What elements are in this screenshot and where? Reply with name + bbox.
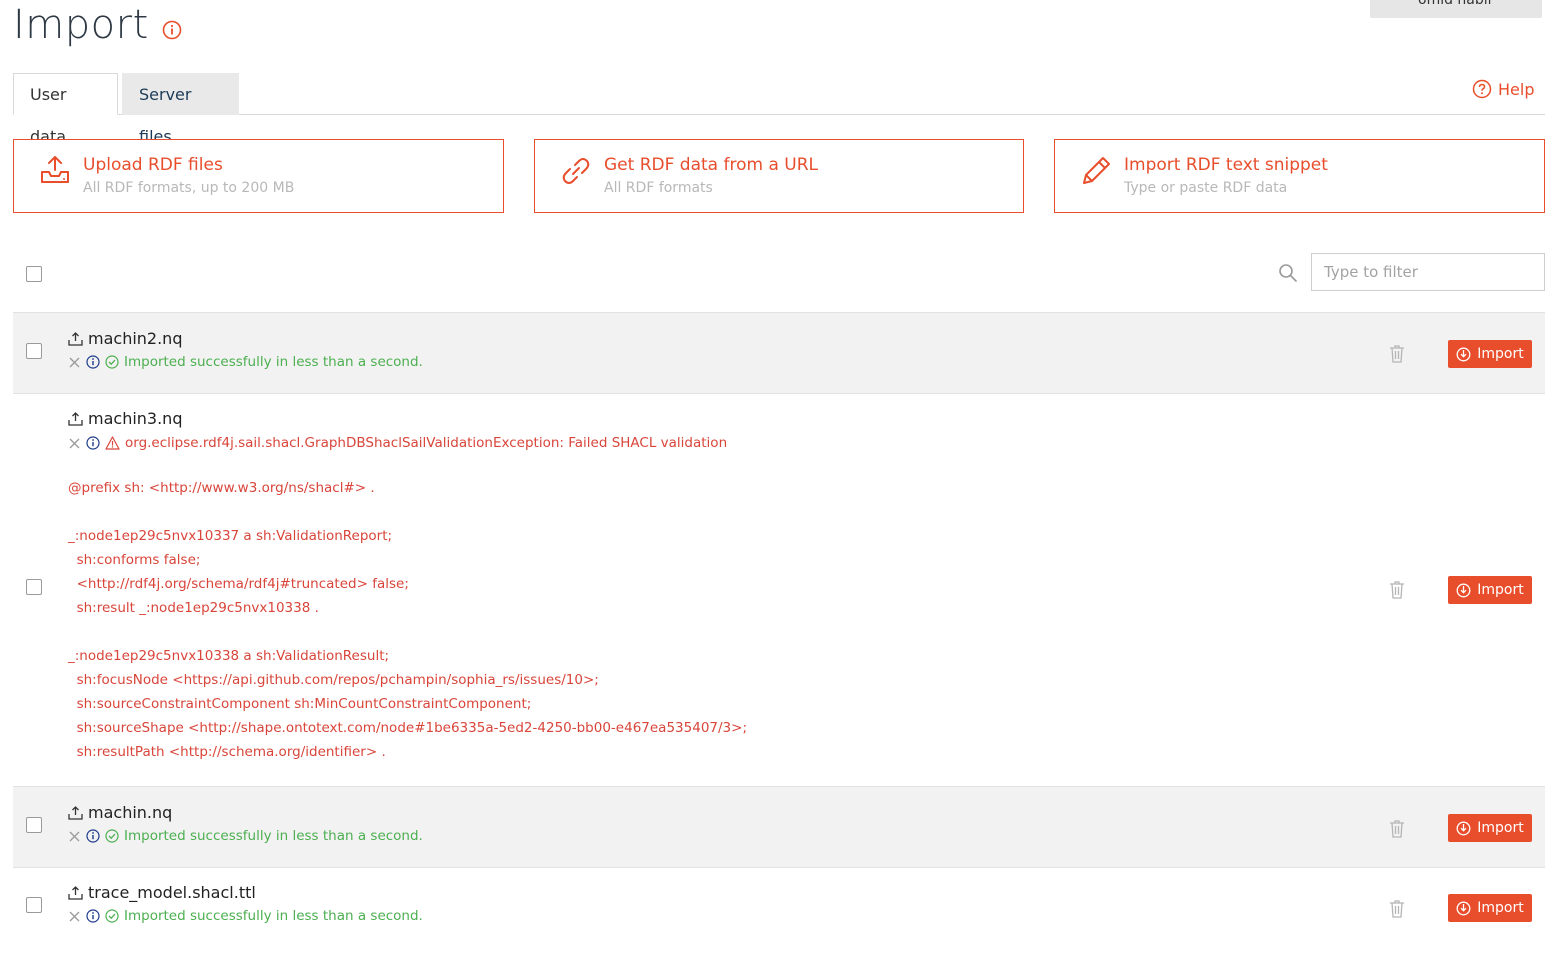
import-button-label: Import — [1477, 346, 1524, 362]
help-icon — [1472, 79, 1492, 99]
info-icon[interactable] — [161, 19, 183, 41]
import-button[interactable]: Import — [1448, 340, 1532, 368]
page-title: Import — [13, 2, 149, 48]
import-button[interactable]: Import — [1448, 576, 1532, 604]
close-icon[interactable] — [68, 910, 81, 923]
status-message: org.eclipse.rdf4j.sail.shacl.GraphDBShac… — [125, 435, 728, 451]
row-checkbox[interactable] — [26, 343, 42, 359]
filter-input[interactable] — [1311, 253, 1545, 291]
trash-icon[interactable] — [1389, 900, 1405, 918]
check-circle-icon — [105, 829, 119, 843]
user-menu[interactable]: omid habil — [1370, 0, 1542, 18]
file-name-text: machin3.nq — [88, 409, 183, 428]
info-icon[interactable] — [86, 436, 100, 450]
trash-icon[interactable] — [1389, 820, 1405, 838]
import-button[interactable]: Import — [1448, 814, 1532, 842]
import-button-label: Import — [1477, 900, 1524, 916]
file-name: trace_model.shacl.ttl — [68, 883, 256, 902]
help-link[interactable]: Help — [1472, 79, 1534, 99]
file-row: trace_model.shacl.ttl Imported successfu… — [13, 868, 1545, 950]
select-all-checkbox[interactable] — [26, 266, 42, 282]
status-line: org.eclipse.rdf4j.sail.shacl.GraphDBShac… — [68, 435, 727, 451]
url-card-title: Get RDF data from a URL — [604, 155, 818, 175]
import-button-label: Import — [1477, 582, 1524, 598]
info-icon[interactable] — [86, 909, 100, 923]
upload-icon — [68, 411, 83, 426]
file-name: machin2.nq — [68, 329, 182, 348]
file-name-text: machin2.nq — [88, 329, 183, 348]
status-message: Imported successfully in less than a sec… — [124, 354, 423, 370]
snippet-card-title: Import RDF text snippet — [1124, 155, 1328, 175]
file-row: machin3.nq org.eclipse.rdf4j.sail.shacl.… — [13, 394, 1545, 787]
import-icon — [1456, 821, 1471, 835]
file-name: machin.nq — [68, 803, 172, 822]
import-button-label: Import — [1477, 820, 1524, 836]
snippet-card-subtitle: Type or paste RDF data — [1124, 180, 1288, 196]
upload-icon — [41, 156, 69, 183]
file-name-text: machin.nq — [88, 803, 173, 822]
trash-icon[interactable] — [1389, 345, 1405, 363]
close-icon[interactable] — [68, 356, 81, 369]
help-label: Help — [1498, 79, 1535, 99]
check-circle-icon — [105, 355, 119, 369]
warning-icon — [105, 436, 120, 450]
tab-user-data[interactable]: User data — [13, 73, 118, 146]
status-line: Imported successfully in less than a sec… — [68, 354, 423, 370]
trash-icon[interactable] — [1389, 581, 1405, 599]
upload-icon — [68, 805, 83, 820]
link-icon — [562, 158, 590, 184]
close-icon[interactable] — [68, 437, 81, 450]
status-message: Imported successfully in less than a sec… — [124, 908, 423, 924]
url-card-subtitle: All RDF formats — [604, 180, 713, 196]
upload-card-subtitle: All RDF formats, up to 200 MB — [83, 180, 295, 196]
import-icon — [1456, 347, 1471, 361]
info-icon[interactable] — [86, 355, 100, 369]
status-line: Imported successfully in less than a sec… — [68, 908, 423, 924]
row-checkbox[interactable] — [26, 579, 42, 595]
close-icon[interactable] — [68, 830, 81, 843]
upload-rdf-files-button[interactable]: Upload RDF files All RDF formats, up to … — [13, 139, 504, 213]
import-icon — [1456, 583, 1471, 597]
import-icon — [1456, 901, 1471, 915]
search-icon — [1279, 264, 1297, 282]
info-icon[interactable] — [86, 829, 100, 843]
error-details: @prefix sh: <http://www.w3.org/ns/shacl#… — [68, 480, 747, 760]
file-name: machin3.nq — [68, 409, 182, 428]
upload-icon — [68, 885, 83, 900]
get-rdf-from-url-button[interactable]: Get RDF data from a URL All RDF formats — [534, 139, 1024, 213]
tab-bar: User data Server files — [13, 73, 1545, 146]
upload-card-title: Upload RDF files — [83, 155, 223, 175]
file-name-text: trace_model.shacl.ttl — [88, 883, 256, 902]
status-message: Imported successfully in less than a sec… — [124, 828, 423, 844]
import-rdf-snippet-button[interactable]: Import RDF text snippet Type or paste RD… — [1054, 139, 1545, 213]
pencil-icon — [1083, 157, 1110, 184]
tab-server-files[interactable]: Server files — [122, 73, 239, 146]
status-line: Imported successfully in less than a sec… — [68, 828, 423, 844]
user-label: omid habil — [1418, 0, 1492, 8]
file-row: machin.nq Imported successfully in less … — [13, 786, 1545, 868]
upload-icon — [68, 331, 83, 346]
row-checkbox[interactable] — [26, 817, 42, 833]
import-button[interactable]: Import — [1448, 894, 1532, 922]
row-checkbox[interactable] — [26, 897, 42, 913]
file-row: machin2.nq Imported successfully in less… — [13, 312, 1545, 394]
check-circle-icon — [105, 909, 119, 923]
